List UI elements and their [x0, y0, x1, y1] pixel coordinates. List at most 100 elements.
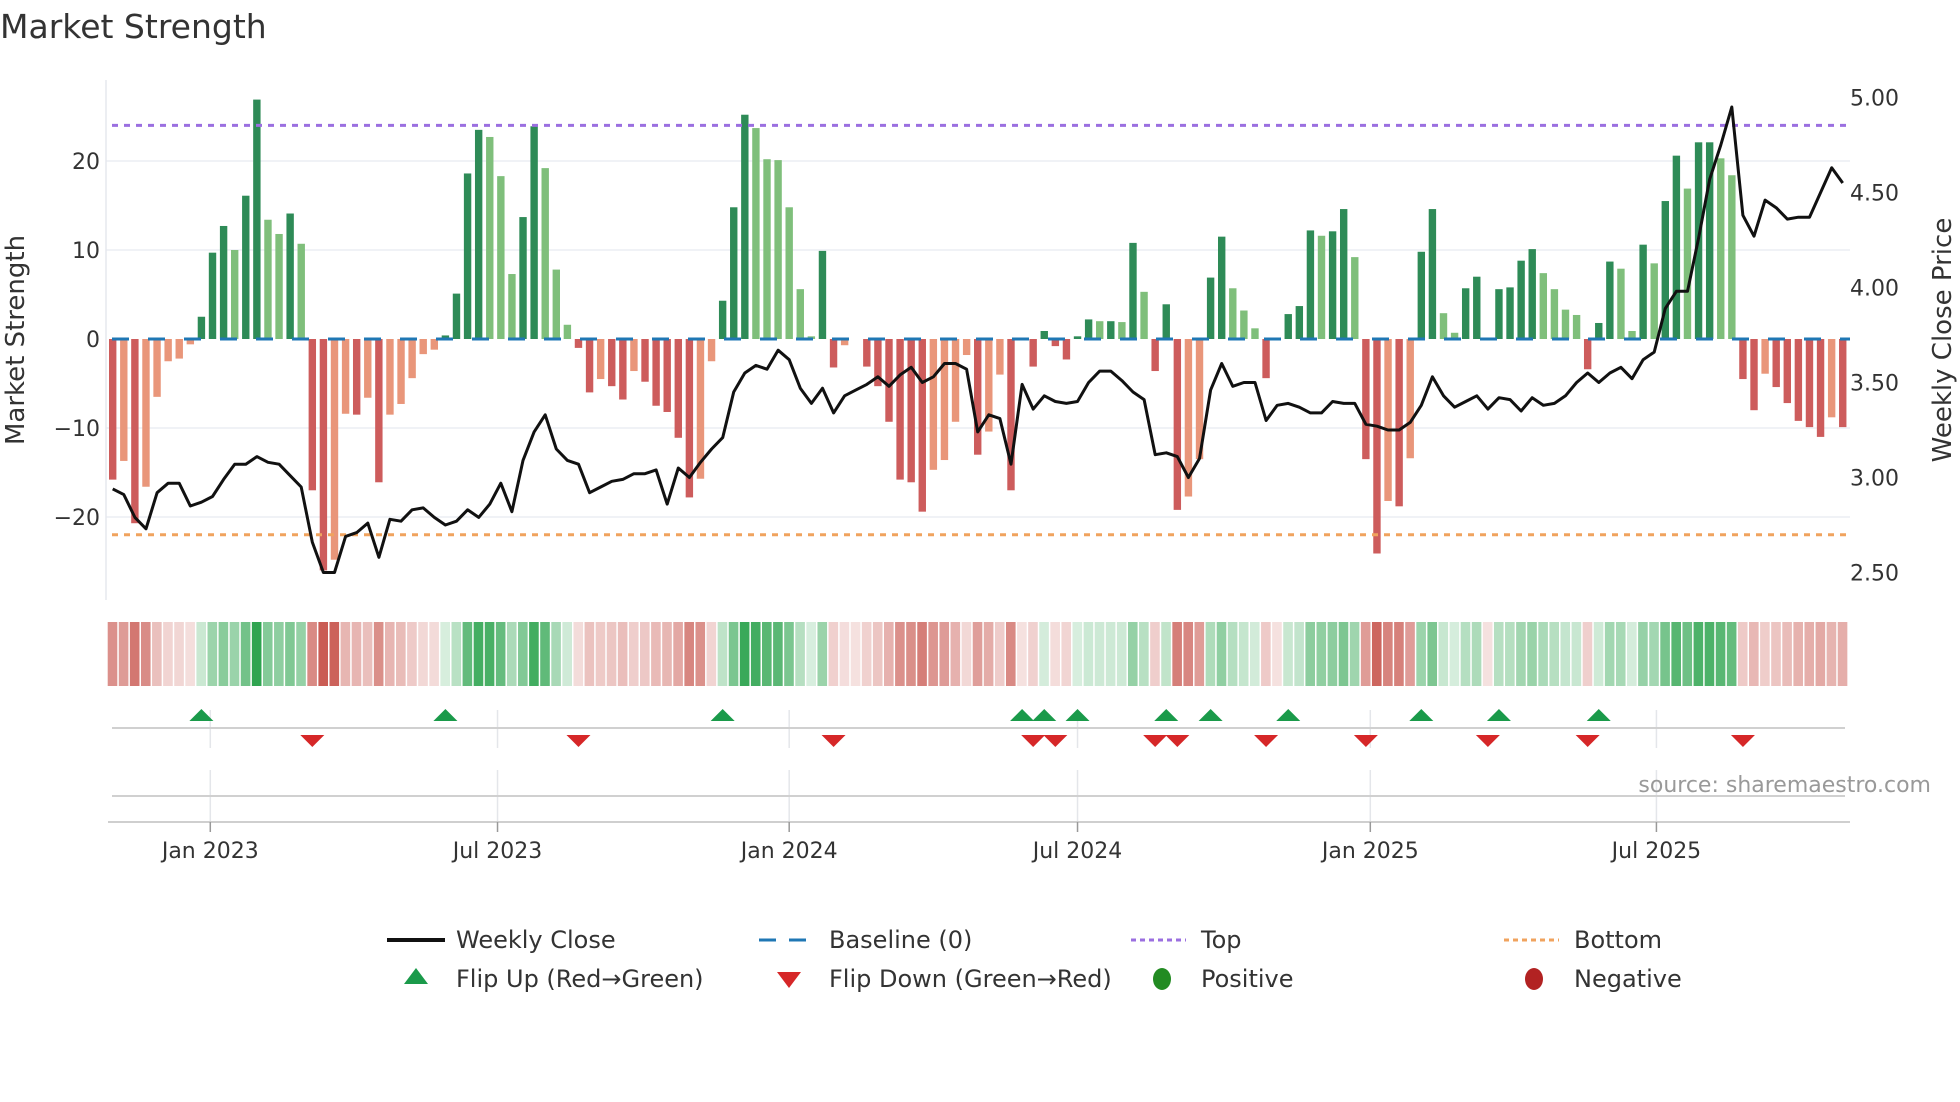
strip-cell: [1150, 622, 1160, 686]
strip-cell: [1627, 622, 1637, 686]
flip-up-marker: [1032, 709, 1057, 721]
positive-bar: [463, 173, 472, 339]
y2-tick-label: 5.00: [1850, 87, 1899, 112]
positive-bar: [1240, 310, 1248, 339]
negative-bar: [962, 339, 971, 356]
negative-bar: [1384, 339, 1392, 501]
x-tick-label: Jan 2024: [739, 839, 838, 864]
negative-bar: [1827, 339, 1836, 418]
y2-tick-label: 3.50: [1850, 372, 1899, 397]
strip-cell: [651, 622, 661, 686]
negative-bar: [1406, 339, 1414, 459]
strip-cell: [1194, 622, 1205, 686]
positive-bar: [1295, 306, 1304, 339]
strip-cell: [318, 622, 329, 686]
negative-bar: [1805, 339, 1814, 428]
strip-cell: [196, 622, 207, 686]
positive-bar: [1473, 276, 1481, 339]
positive-bar: [1495, 289, 1503, 339]
flip-down-marker: [1021, 735, 1046, 747]
strip-cell: [1682, 622, 1693, 686]
legend: Weekly Close Baseline (0) Top Bottom Fli…: [387, 926, 1682, 993]
right-axis-label: Weekly Close Price: [1928, 218, 1958, 463]
positive-bar: [1351, 257, 1359, 339]
strip-cell: [584, 622, 595, 686]
positive-bar: [718, 300, 727, 339]
strip-cell: [407, 622, 417, 686]
positive-bar: [508, 274, 516, 339]
strip-cell: [152, 622, 162, 686]
negative-bar: [175, 339, 183, 359]
strip-cell: [994, 622, 1005, 686]
positive-bar: [1728, 175, 1736, 339]
strip-cell: [274, 622, 284, 686]
legend-label: Weekly Close: [456, 926, 616, 954]
positive-bar: [785, 207, 793, 339]
strip-cell: [917, 622, 927, 686]
strip-cell: [1050, 622, 1060, 686]
legend-flip-up: Flip Up (Red→Green): [404, 965, 704, 993]
negative-bar: [863, 339, 871, 367]
strip-cell: [1249, 622, 1260, 686]
positive-bar: [242, 195, 250, 339]
y-tick-label: −20: [54, 506, 100, 531]
reference-lines: [112, 123, 1850, 537]
positive-bar: [1040, 330, 1048, 339]
positive-bar: [1672, 155, 1681, 339]
strip-cell: [684, 622, 694, 686]
negative-bar: [585, 339, 594, 393]
strip-cell: [1183, 622, 1194, 686]
legend-label: Baseline (0): [829, 926, 972, 954]
strip-cell: [240, 622, 251, 686]
strip-cell: [1482, 622, 1493, 686]
strip-cell: [1693, 622, 1704, 686]
strip-cell: [1427, 622, 1438, 686]
strip-cell: [1726, 622, 1737, 686]
positive-bar: [486, 136, 494, 339]
strip-cell: [806, 622, 816, 686]
flip-down-marker: [1730, 735, 1755, 747]
negative-bar: [619, 339, 627, 400]
strip-cell: [285, 622, 295, 686]
strip-cell: [1837, 622, 1848, 686]
strength-bars: [109, 99, 1847, 571]
strip-cell: [262, 622, 273, 686]
positive-bar: [1339, 209, 1348, 339]
negative-bar: [352, 339, 361, 415]
strip-cell: [1172, 622, 1182, 686]
x-tick-label: Jul 2024: [1031, 839, 1123, 864]
strip-cell: [129, 622, 140, 686]
positive-bar: [1162, 304, 1170, 339]
positive-bar: [563, 324, 572, 339]
legend-flip-down: Flip Down (Green→Red): [777, 965, 1112, 993]
strip-cell: [1338, 622, 1349, 686]
strip-cell: [1571, 622, 1582, 686]
strip-cell: [573, 622, 584, 686]
negative-bar: [1761, 339, 1769, 374]
strip-cell: [1793, 622, 1803, 686]
strip-cell: [928, 622, 938, 686]
strip-cell: [906, 622, 916, 686]
strip-cell: [1549, 622, 1559, 686]
strip-cell: [1127, 622, 1138, 686]
positive-bar: [230, 250, 239, 339]
strip-cell: [1660, 622, 1670, 686]
negative-bar: [1750, 339, 1758, 411]
flip-up-marker: [433, 709, 458, 721]
negative-bar: [1395, 339, 1403, 507]
negative-bar: [630, 339, 638, 372]
strip-cell: [418, 622, 428, 686]
positive-bar: [552, 269, 560, 339]
positive-bar: [752, 128, 760, 339]
strip-cell: [396, 622, 406, 686]
strip-cell: [1516, 622, 1526, 686]
positive-bar: [497, 176, 505, 339]
positive-bar: [1417, 251, 1426, 339]
flip-down-marker: [1165, 735, 1190, 747]
negative-bar: [1783, 339, 1791, 404]
strip-cell: [307, 622, 317, 686]
strip-cell: [229, 622, 240, 686]
legend-top: Top: [1131, 926, 1242, 954]
negative-bar: [1739, 339, 1747, 380]
legend-positive: Positive: [1153, 965, 1294, 993]
